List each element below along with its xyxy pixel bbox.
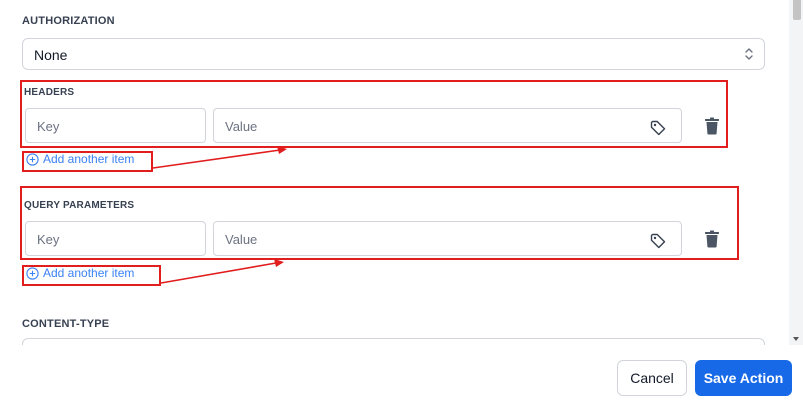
headers-label: HEADERS <box>24 87 75 98</box>
chevron-up-down-icon <box>745 48 753 60</box>
header-value-input[interactable]: Value <box>213 108 682 143</box>
headers-annotation-arrow <box>152 146 287 169</box>
query-key-placeholder: Key <box>37 232 60 247</box>
save-action-button[interactable]: Save Action <box>695 360 792 396</box>
cancel-button[interactable]: Cancel <box>617 360 687 396</box>
modal-footer: Cancel Save Action <box>0 345 803 410</box>
scrollbar-thumb[interactable] <box>793 0 801 20</box>
add-query-item-label: Add another item <box>43 266 135 280</box>
authorization-label: AUTHORIZATION <box>22 15 115 27</box>
content-type-label: CONTENT-TYPE <box>22 318 110 330</box>
form-scroll-area: AUTHORIZATION None HEADERS Key Value Add… <box>0 0 789 345</box>
tag-icon[interactable] <box>649 232 667 250</box>
delete-header-trash-icon[interactable] <box>704 117 720 135</box>
plus-circle-icon <box>26 153 39 166</box>
content-type-select[interactable] <box>22 338 765 345</box>
header-value-placeholder: Value <box>225 119 258 134</box>
add-header-item-link[interactable]: Add another item <box>26 152 134 166</box>
tag-icon[interactable] <box>649 119 667 137</box>
add-query-item-link[interactable]: Add another item <box>26 266 134 280</box>
header-key-placeholder: Key <box>37 119 60 134</box>
add-header-item-label: Add another item <box>43 152 135 166</box>
query-annotation-arrow <box>160 259 284 284</box>
query-value-placeholder: Value <box>225 232 258 247</box>
query-key-input[interactable]: Key <box>25 221 206 256</box>
header-key-input[interactable]: Key <box>25 108 206 143</box>
vertical-scrollbar[interactable] <box>789 0 803 345</box>
authorization-select-value: None <box>34 47 68 63</box>
plus-circle-icon <box>26 267 39 280</box>
delete-query-trash-icon[interactable] <box>704 230 720 248</box>
authorization-select[interactable]: None <box>22 38 765 70</box>
query-value-input[interactable]: Value <box>213 221 682 256</box>
query-parameters-label: QUERY PARAMETERS <box>24 200 135 211</box>
scroll-down-arrow-icon[interactable] <box>793 337 799 341</box>
